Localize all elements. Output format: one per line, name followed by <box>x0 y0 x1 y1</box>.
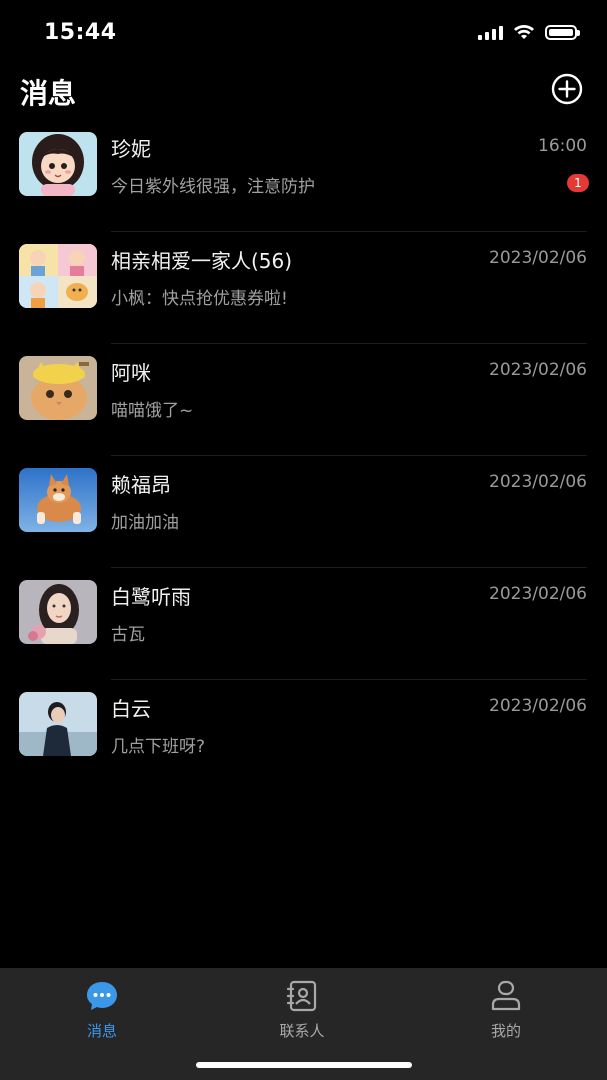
chat-name: 白云 <box>111 697 151 721</box>
chat-time: 16:00 <box>538 136 587 156</box>
chat-name: 赖福昂 <box>111 473 171 497</box>
chat-name: 阿咪 <box>111 361 151 385</box>
chat-time: 2023/02/06 <box>489 360 587 380</box>
profile-icon <box>491 980 521 1011</box>
woman-photo-avatar <box>19 580 97 644</box>
chat-item-laifuang[interactable]: 赖福昂 2023/02/06 加油加油 <box>0 456 607 568</box>
cartoon-girl-avatar <box>19 132 97 196</box>
chat-item-baiyun[interactable]: 白云 2023/02/06 几点下班呀? <box>0 680 607 792</box>
chat-name: 相亲相爱一家人(56) <box>111 249 293 273</box>
chat-time: 2023/02/06 <box>489 472 587 492</box>
chat-item-jenny[interactable]: 珍妮 16:00 今日紫外线很强，注意防护 1 <box>0 120 607 232</box>
chat-item-family-group[interactable]: 相亲相爱一家人(56) 2023/02/06 小枫：快点抢优惠券啦! <box>0 232 607 344</box>
chat-preview: 小枫：快点抢优惠券啦! <box>111 289 288 309</box>
tab-label: 消息 <box>86 1022 117 1040</box>
chat-item-ami[interactable]: 阿咪 2023/02/06 喵喵饿了~ <box>0 344 607 456</box>
chat-preview: 加油加油 <box>111 513 179 533</box>
cellular-signal-icon <box>478 24 503 40</box>
tab-messages[interactable]: 消息 <box>42 978 162 1041</box>
page-title: 消息 <box>20 77 77 110</box>
chat-bubble-icon <box>87 982 117 1010</box>
add-button[interactable] <box>551 73 583 105</box>
chat-preview: 古瓦 <box>111 625 145 645</box>
chat-list: 珍妮 16:00 今日紫外线很强，注意防护 1 相亲相爱一家人(56) 2023… <box>0 120 607 792</box>
battery-icon <box>545 24 580 40</box>
home-indicator[interactable] <box>196 1062 412 1068</box>
dog-avatar <box>19 468 97 532</box>
status-icons <box>478 24 580 40</box>
cat-avatar <box>19 356 97 420</box>
chat-name: 珍妮 <box>111 137 151 161</box>
wifi-icon <box>514 25 534 39</box>
status-time: 15:44 <box>44 20 117 45</box>
tab-label: 联系人 <box>279 1022 325 1040</box>
chat-time: 2023/02/06 <box>489 248 587 268</box>
unread-badge: 1 <box>567 174 589 192</box>
plus-circle-icon <box>551 73 583 105</box>
tab-label: 我的 <box>490 1022 521 1040</box>
chat-item-bailu-tingyu[interactable]: 白鹭听雨 2023/02/06 古瓦 <box>0 568 607 680</box>
contacts-icon <box>286 980 317 1012</box>
group-collage-avatar <box>19 244 97 308</box>
chat-name: 白鹭听雨 <box>111 585 191 609</box>
tab-contacts[interactable]: 联系人 <box>242 978 362 1041</box>
chat-preview: 今日紫外线很强，注意防护 <box>111 177 315 197</box>
chat-preview: 几点下班呀? <box>111 737 206 757</box>
chat-time: 2023/02/06 <box>489 696 587 716</box>
tab-profile[interactable]: 我的 <box>446 978 566 1041</box>
status-bar: 15:44 <box>0 0 607 66</box>
man-photo-avatar <box>19 692 97 756</box>
chat-time: 2023/02/06 <box>489 584 587 604</box>
chat-preview: 喵喵饿了~ <box>111 401 194 421</box>
